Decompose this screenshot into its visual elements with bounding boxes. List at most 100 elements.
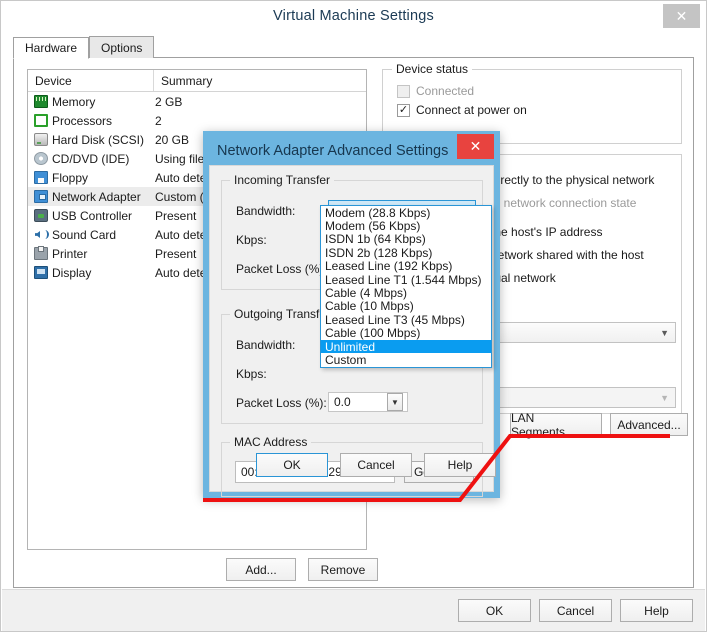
- device-name-label: Display: [52, 265, 92, 280]
- connect-at-power-on-row[interactable]: ✓ Connect at power on: [397, 103, 527, 117]
- dropdown-option[interactable]: Cable (4 Mbps): [321, 286, 491, 299]
- lan-segments-button[interactable]: LAN Segments...: [510, 411, 602, 439]
- remove-button[interactable]: Remove: [308, 558, 378, 581]
- memory-icon: [34, 95, 48, 108]
- dropdown-option[interactable]: Leased Line T1 (1.544 Mbps): [321, 273, 491, 286]
- add-button[interactable]: Add...: [226, 558, 296, 581]
- bandwidth-dropdown-list[interactable]: Modem (28.8 Kbps) Modem (56 Kbps) ISDN 1b …: [320, 205, 492, 368]
- tab-hardware[interactable]: Hardware: [13, 37, 90, 59]
- device-name-cell: Sound Card: [28, 228, 154, 242]
- close-icon[interactable]: ✕: [663, 4, 700, 28]
- dialog-ok-button[interactable]: OK: [256, 453, 328, 477]
- connected-label: Connected: [416, 84, 475, 98]
- close-icon[interactable]: ✕: [457, 134, 494, 159]
- dropdown-option[interactable]: Leased Line T3 (45 Mbps): [321, 313, 491, 326]
- incoming-packet-loss-label: Packet Loss (%):: [236, 262, 327, 276]
- device-status-legend: Device status: [392, 62, 473, 76]
- connected-checkbox-row[interactable]: Connected: [397, 84, 527, 98]
- device-name-label: Printer: [52, 246, 88, 261]
- lan-segment-combo: ▼: [491, 387, 676, 408]
- conn-option-custom[interactable]: tual network: [491, 271, 677, 285]
- incoming-kbps-label: Kbps:: [236, 233, 267, 247]
- tab-options[interactable]: Options: [89, 36, 155, 58]
- device-name-label: USB Controller: [52, 208, 133, 223]
- device-name-label: Network Adapter: [52, 189, 141, 204]
- dropdown-option[interactable]: Cable (10 Mbps): [321, 300, 491, 313]
- conn-option-bridged-label: directly to the physical network: [491, 173, 655, 187]
- conn-option-nat[interactable]: the host's IP address: [491, 225, 677, 239]
- table-row[interactable]: Memory 2 GB: [28, 92, 366, 111]
- dialog-title: Network Adapter Advanced Settings: [217, 143, 449, 159]
- device-summary-label: 2: [155, 113, 162, 128]
- outgoing-kbps-label: Kbps:: [236, 367, 267, 381]
- device-name-label: Sound Card: [52, 227, 117, 242]
- outgoing-packet-loss-value: 0.0: [334, 395, 351, 409]
- network-icon: [34, 190, 48, 203]
- device-name-cell: Printer: [28, 246, 154, 261]
- network-action-buttons: LAN Segments... Advanced...: [510, 411, 688, 439]
- column-header-device: Device: [28, 70, 154, 91]
- column-header-summary: Summary: [161, 73, 213, 88]
- dropdown-option[interactable]: Leased Line (192 Kbps): [321, 260, 491, 273]
- connected-checkbox[interactable]: [397, 84, 410, 98]
- device-name-cell: Processors: [28, 114, 154, 128]
- device-list-header: Device Summary: [28, 70, 366, 92]
- chevron-down-icon: ▼: [660, 392, 669, 403]
- device-name-label: CD/DVD (IDE): [52, 151, 130, 166]
- device-name-cell: CD/DVD (IDE): [28, 152, 154, 166]
- conn-option-hostonly[interactable]: network shared with the host: [491, 248, 677, 262]
- dialog-action-buttons: OK Cancel Help: [458, 599, 693, 622]
- conn-option-bridged[interactable]: directly to the physical network: [491, 173, 677, 187]
- custom-network-combo[interactable]: ▼: [491, 322, 676, 343]
- device-name-cell: Network Adapter: [28, 190, 154, 204]
- outgoing-packet-loss-spinner[interactable]: ▼: [387, 393, 403, 411]
- printer-icon: [34, 246, 48, 260]
- chevron-down-icon: ▼: [660, 327, 669, 338]
- conn-option-replicate[interactable]: al network connection state: [491, 196, 677, 210]
- processor-icon: [34, 114, 48, 127]
- dialog-buttons: OK Cancel Help: [256, 453, 496, 477]
- outgoing-transfer-legend: Outgoing Transfer: [230, 307, 335, 321]
- cd-icon: [34, 152, 48, 165]
- dropdown-option[interactable]: Unlimited: [321, 339, 491, 354]
- usb-icon: [34, 209, 48, 222]
- device-name-cell: USB Controller: [28, 209, 154, 223]
- window-titlebar: Virtual Machine Settings ✕: [1, 1, 706, 31]
- incoming-transfer-legend: Incoming Transfer: [230, 173, 335, 187]
- window-bottom-bar: OK Cancel Help: [2, 589, 705, 631]
- device-actions: Add... Remove: [226, 558, 378, 581]
- window-title: Virtual Machine Settings: [273, 8, 434, 24]
- connect-at-power-on-checkbox[interactable]: ✓: [397, 103, 410, 117]
- ok-button[interactable]: OK: [458, 599, 531, 622]
- outgoing-packet-loss-label: Packet Loss (%):: [236, 396, 327, 410]
- dialog-help-button[interactable]: Help: [424, 453, 496, 477]
- help-button[interactable]: Help: [620, 599, 693, 622]
- dropdown-option[interactable]: ISDN 1b (64 Kbps): [321, 233, 491, 246]
- sound-icon: [34, 228, 49, 241]
- dialog-titlebar: Network Adapter Advanced Settings ✕: [209, 134, 494, 165]
- device-name-cell: Memory: [28, 95, 154, 109]
- table-row[interactable]: Processors 2: [28, 111, 366, 130]
- tab-bar: Hardware Options: [13, 36, 694, 59]
- dropdown-option[interactable]: Modem (56 Kbps): [321, 219, 491, 232]
- outgoing-bandwidth-label: Bandwidth:: [236, 338, 296, 352]
- dropdown-option[interactable]: Modem (28.8 Kbps): [321, 206, 491, 219]
- cancel-button[interactable]: Cancel: [539, 599, 612, 622]
- device-name-label: Memory: [52, 94, 96, 109]
- conn-option-custom-label: tual network: [491, 271, 556, 285]
- device-name-label: Floppy: [52, 170, 89, 185]
- device-name-cell: Hard Disk (SCSI): [28, 133, 154, 147]
- device-summary-label: 2 GB: [155, 94, 183, 109]
- advanced-button[interactable]: Advanced...: [610, 413, 688, 436]
- dropdown-option[interactable]: Cable (100 Mbps): [321, 327, 491, 340]
- conn-option-hostonly-label: network shared with the host: [491, 248, 644, 262]
- connect-at-power-on-label: Connect at power on: [416, 103, 527, 117]
- harddisk-icon: [34, 133, 48, 146]
- display-icon: [34, 266, 48, 279]
- dialog-cancel-button[interactable]: Cancel: [340, 453, 412, 477]
- floppy-icon: [34, 171, 48, 184]
- mac-address-legend: MAC Address: [230, 435, 312, 449]
- dropdown-option[interactable]: ISDN 2b (128 Kbps): [321, 246, 491, 259]
- dropdown-option[interactable]: Custom: [321, 353, 491, 366]
- conn-option-nat-label: the host's IP address: [491, 225, 603, 239]
